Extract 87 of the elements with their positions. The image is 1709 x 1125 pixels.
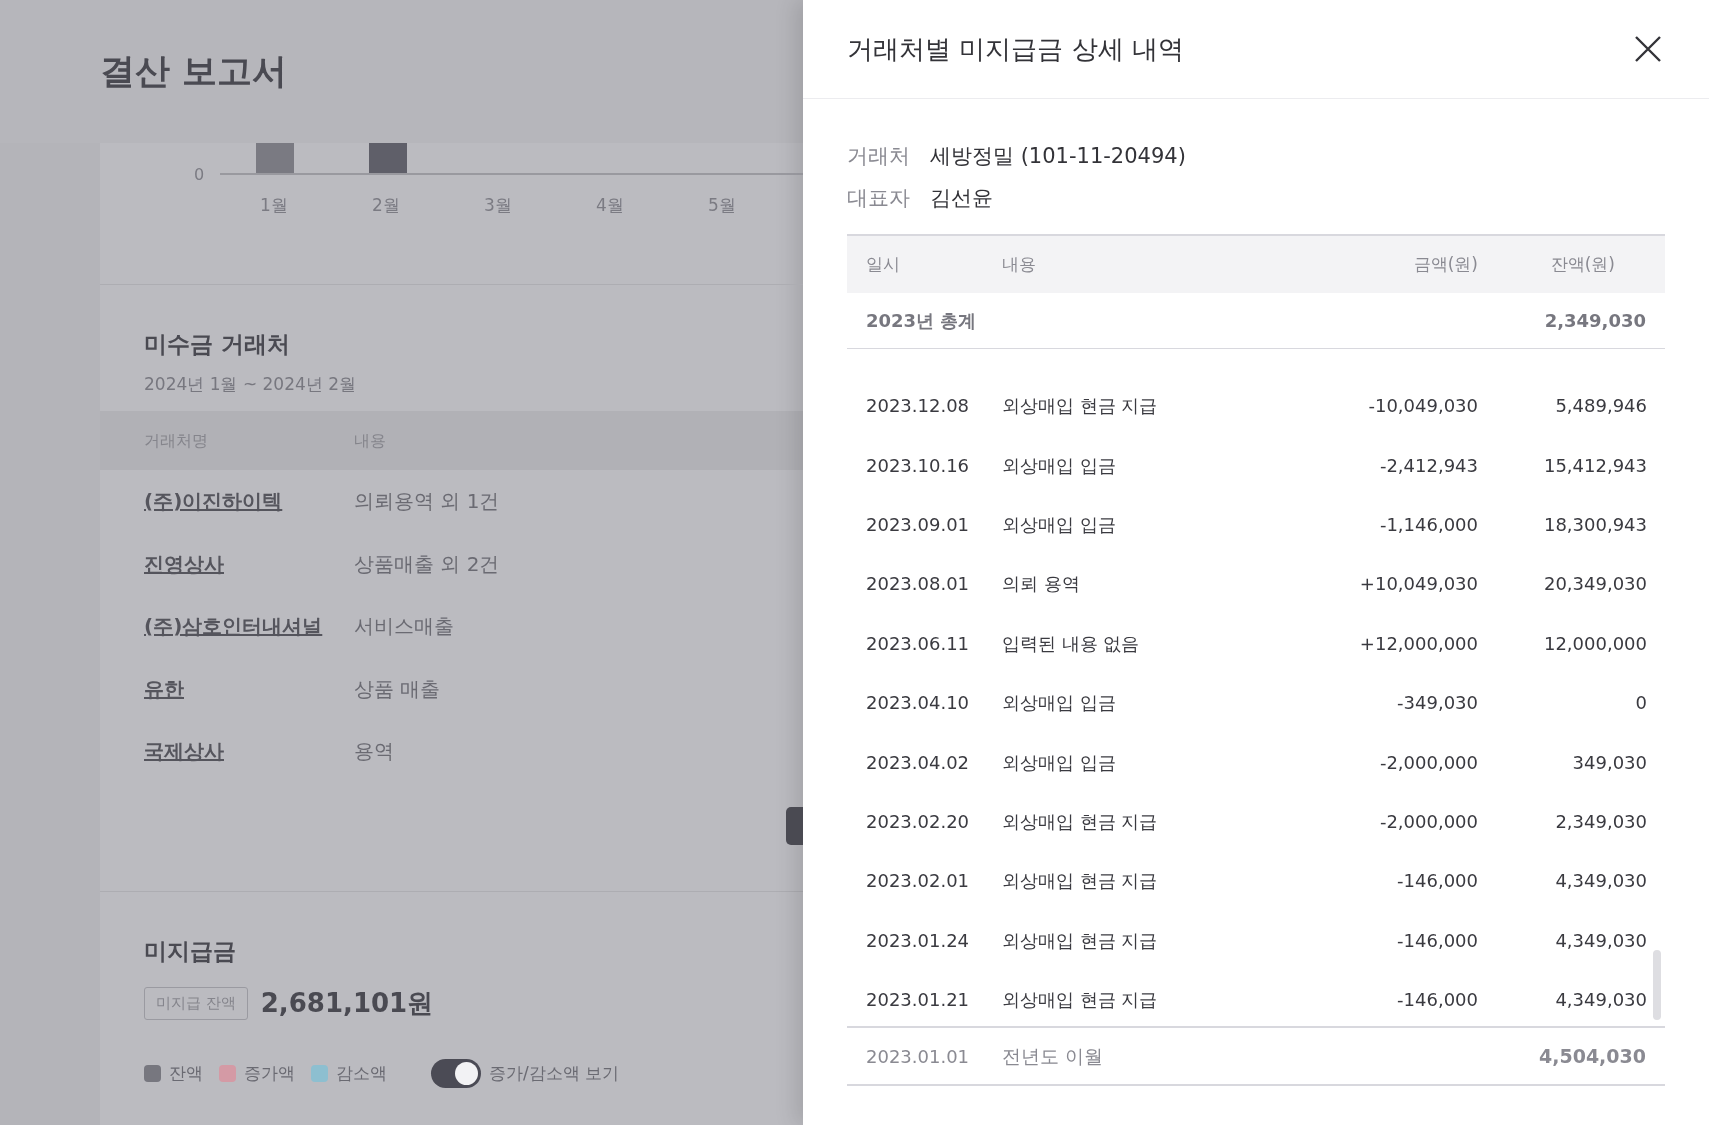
table-cell-text: 2023.02.01 [865, 869, 971, 894]
summary-balance: 2,349,030 [1544, 309, 1647, 333]
table-cell-text: 5,489,946 [1554, 394, 1648, 419]
period-text: 2024년 1월 ~ 2024년 2월 [144, 372, 358, 396]
table-cell-text: 외상매입 입금 [1002, 453, 1117, 478]
close-icon [1634, 35, 1662, 63]
table-cell-text: 2023.09.01 [865, 512, 971, 537]
table-cell-text: 상품매출 외 2건 [354, 550, 500, 578]
info-value: 세방정밀 (101-11-20494) [930, 143, 1186, 170]
axis-label: 1월 [259, 194, 289, 217]
table-cell-text: -2,000,000 [1378, 750, 1478, 775]
table-cell-text: 의뢰 용역 [1002, 572, 1081, 597]
toggle-switch[interactable] [431, 1059, 481, 1088]
table-cell-text: 용역 [354, 738, 394, 766]
info-label: 거래처 [847, 143, 910, 170]
vendor-link[interactable]: 유한 [144, 673, 354, 704]
table-cell-text: 4,349,030 [1554, 869, 1648, 894]
table-cell-text: 2023.10.16 [865, 453, 971, 478]
page-title: 결산 보고서 [100, 50, 288, 94]
table-cell-text: 15,412,943 [1542, 453, 1648, 478]
legend-label: 증가액 [244, 1061, 295, 1085]
table-cell-text: -10,049,030 [1367, 394, 1478, 419]
scrollbar-thumb[interactable] [1653, 950, 1661, 1020]
table-cell-text: 2023.08.01 [865, 572, 971, 597]
table-cell-text: +10,049,030 [1358, 572, 1478, 597]
axis-label: 5월 [707, 194, 737, 217]
table-cell-text: 입력된 내용 없음 [1002, 631, 1141, 656]
toggle-label: 증가/감소액 보기 [489, 1061, 620, 1085]
info-label: 대표자 [847, 184, 910, 212]
table-cell-text: 외상매입 현금 지급 [1002, 809, 1159, 834]
table-cell-text: -146,000 [1396, 869, 1478, 894]
table-cell-text: 외상매입 현금 지급 [1002, 988, 1159, 1013]
table-cell-text: 서비스매출 [354, 613, 454, 641]
table-cell-text: 4,349,030 [1554, 988, 1648, 1013]
table-cell-text: 12,000,000 [1542, 631, 1648, 656]
table-cell-text: 2023.02.20 [865, 809, 971, 834]
section-title: 미지급금 [144, 936, 237, 966]
info-value: 김선윤 [930, 184, 993, 212]
table-cell-text: 4,349,030 [1554, 928, 1648, 953]
axis-label: 4월 [595, 194, 625, 217]
table-cell-text: 외상매입 입금 [1002, 512, 1117, 537]
axis-label: 2월 [371, 194, 401, 217]
column-header: 일시 [865, 252, 901, 276]
table-cell-text: 2023.04.10 [865, 691, 971, 716]
table-cell-text: 18,300,943 [1542, 512, 1648, 537]
table-cell-text: 0 [1634, 691, 1648, 716]
table-cell-text: 2023.01.01 [865, 1044, 971, 1069]
drawer-title: 거래처별 미지급금 상세 내역 [847, 32, 1184, 66]
balance-amount: 2,681,101원 [260, 987, 434, 1020]
table-cell-text: -146,000 [1396, 988, 1478, 1013]
section-title: 미수금 거래처 [144, 330, 291, 359]
table-cell-text: 외상매입 현금 지급 [1002, 394, 1159, 419]
table-cell-text: 2023.06.11 [865, 631, 971, 656]
table-cell-text: 의뢰용역 외 1건 [354, 488, 500, 516]
table-cell-text: 전년도 이월 [1002, 1043, 1105, 1069]
table-cell-text: 2023.04.02 [865, 750, 971, 775]
table-cell-text: -1,146,000 [1378, 512, 1478, 537]
table-cell-text: 2023.12.08 [865, 394, 971, 419]
vendor-link[interactable]: (주)삼호인터내셔널 [144, 611, 354, 642]
table-cell-text: 2023.01.24 [865, 928, 971, 953]
column-header: 금액(원) [1412, 252, 1478, 276]
side-handle[interactable] [786, 806, 803, 845]
table-cell-text: 외상매입 현금 지급 [1002, 869, 1159, 894]
table-cell-text: +12,000,000 [1358, 631, 1478, 656]
table-cell-text: 20,349,030 [1542, 572, 1648, 597]
vendor-link[interactable]: 진영상사 [144, 548, 354, 579]
vendor-link[interactable]: (주)이진하이텍 [144, 486, 354, 517]
table-cell-text: -2,000,000 [1378, 809, 1478, 834]
axis-label: 0 [194, 164, 205, 186]
vendor-link[interactable]: 국제상사 [144, 736, 354, 767]
table-cell-text: 349,030 [1571, 750, 1648, 775]
summary-label: 2023년 총계 [865, 309, 978, 333]
table-cell-text: 4,504,030 [1538, 1043, 1647, 1069]
column-header: 내용 [1002, 252, 1037, 276]
table-cell-text: 2,349,030 [1554, 809, 1648, 834]
table-cell-text: -349,030 [1396, 691, 1478, 716]
column-header: 잔액(원) [1549, 252, 1616, 276]
table-cell-text: 2023.01.21 [865, 988, 971, 1013]
table-cell-text: 외상매입 입금 [1002, 691, 1117, 716]
table-cell-text: -2,412,943 [1378, 453, 1478, 478]
table-cell-text: 상품 매출 [354, 675, 441, 703]
axis-label: 3월 [483, 194, 513, 217]
table-cell-text: -146,000 [1396, 928, 1478, 953]
table-cell-text: 외상매입 현금 지급 [1002, 928, 1159, 953]
legend-label: 감소액 [336, 1061, 387, 1085]
table-cell-text: 외상매입 입금 [1002, 750, 1117, 775]
legend-label: 잔액 [169, 1061, 203, 1085]
